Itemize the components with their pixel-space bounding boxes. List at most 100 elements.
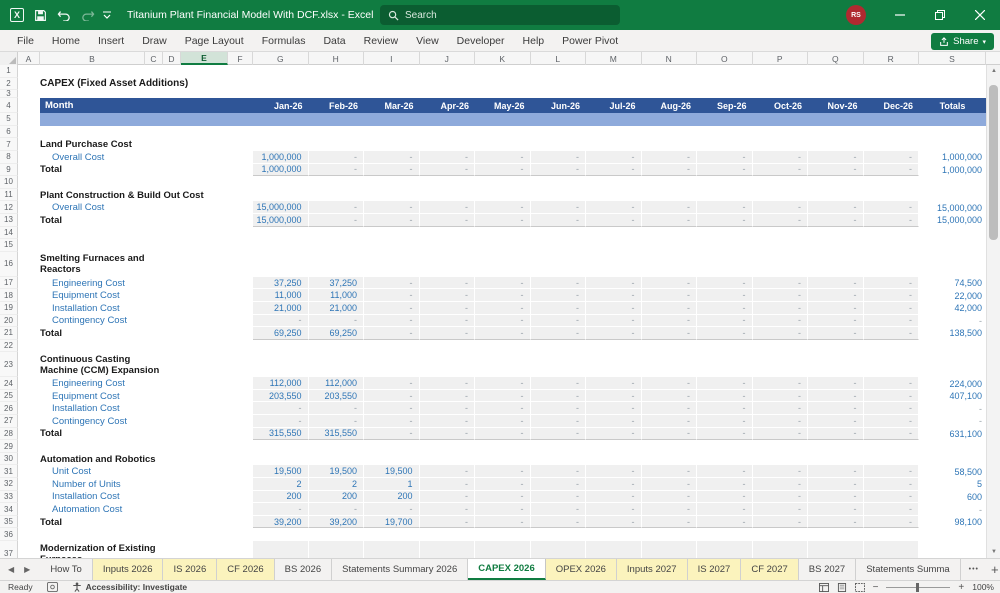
cell[interactable] (18, 189, 40, 202)
cell[interactable]: - (697, 277, 753, 290)
total-label[interactable]: Total (40, 164, 253, 177)
cell[interactable]: - (420, 402, 476, 415)
cell[interactable] (18, 340, 40, 353)
row-number[interactable]: 10 (0, 176, 18, 189)
total-cell[interactable]: 15,000,000 (919, 214, 986, 227)
close-button[interactable] (960, 0, 1000, 30)
cell[interactable]: - (420, 465, 476, 478)
cell[interactable] (18, 176, 40, 189)
cell[interactable]: - (364, 277, 420, 290)
cell[interactable]: - (475, 315, 531, 328)
cell[interactable]: - (586, 465, 642, 478)
scroll-down-icon[interactable]: ▼ (987, 546, 1000, 558)
cell[interactable]: - (642, 214, 698, 227)
cell[interactable] (808, 541, 864, 558)
row-number[interactable]: 9 (0, 164, 18, 177)
cell[interactable]: 2 (253, 478, 309, 491)
row-number[interactable]: 12 (0, 201, 18, 214)
row-number[interactable]: 29 (0, 440, 18, 453)
cell[interactable]: 19,500 (364, 465, 420, 478)
cell[interactable]: - (753, 151, 809, 164)
sheet-nav-left-icon[interactable]: ◀ (8, 565, 14, 574)
cell[interactable]: - (642, 503, 698, 516)
row-number[interactable]: 5 (0, 113, 18, 126)
cell[interactable]: - (586, 315, 642, 328)
cell[interactable]: - (309, 315, 365, 328)
cell[interactable]: - (586, 289, 642, 302)
cell[interactable]: - (586, 478, 642, 491)
cell[interactable]: 37,250 (253, 277, 309, 290)
cell[interactable]: - (808, 377, 864, 390)
cell[interactable]: - (753, 491, 809, 504)
cell[interactable] (18, 352, 40, 377)
cell[interactable]: - (253, 402, 309, 415)
cell[interactable]: - (586, 201, 642, 214)
cell[interactable]: - (364, 377, 420, 390)
cell[interactable]: 69,250 (253, 327, 309, 340)
section-label[interactable]: Land Purchase Cost (40, 138, 253, 151)
row-number[interactable]: 7 (0, 138, 18, 151)
cell[interactable]: - (753, 377, 809, 390)
row-number[interactable]: 32 (0, 478, 18, 491)
cell[interactable] (642, 541, 698, 558)
row-number[interactable]: 26 (0, 402, 18, 415)
total-cell[interactable]: - (919, 402, 986, 415)
row-number[interactable]: 22 (0, 340, 18, 353)
cell[interactable]: - (642, 164, 698, 177)
cell[interactable]: - (753, 289, 809, 302)
cell[interactable]: - (475, 491, 531, 504)
cell[interactable]: 11,000 (253, 289, 309, 302)
row-number[interactable]: 30 (0, 453, 18, 466)
item-label[interactable]: Automation Cost (40, 503, 253, 516)
cell[interactable]: - (642, 377, 698, 390)
cell[interactable]: 21,000 (309, 302, 365, 315)
cell[interactable]: - (420, 164, 476, 177)
cell[interactable] (18, 227, 40, 240)
cell[interactable]: - (309, 415, 365, 428)
cell[interactable]: - (531, 164, 587, 177)
header-month-Jun-26[interactable]: Jun-26 (531, 98, 587, 113)
total-cell[interactable]: 138,500 (919, 327, 986, 340)
row-number[interactable]: 27 (0, 415, 18, 428)
cell[interactable]: - (642, 289, 698, 302)
cell[interactable]: - (586, 390, 642, 403)
cell[interactable] (309, 541, 365, 558)
cell[interactable]: - (808, 327, 864, 340)
item-label[interactable]: Installation Cost (40, 491, 253, 504)
row-number[interactable]: 18 (0, 289, 18, 302)
row-number[interactable]: 28 (0, 428, 18, 441)
cell[interactable]: - (753, 277, 809, 290)
cell[interactable]: - (309, 201, 365, 214)
cell[interactable]: - (864, 415, 920, 428)
cell[interactable]: - (253, 315, 309, 328)
row-number[interactable]: 24 (0, 377, 18, 390)
share-button[interactable]: Share ▾ (931, 33, 994, 50)
sheet-tab-bs-2026[interactable]: BS 2026 (275, 559, 332, 580)
ribbon-tab-draw[interactable]: Draw (133, 30, 176, 52)
sheet-tab-bs-2027[interactable]: BS 2027 (799, 559, 856, 580)
row-number[interactable]: 37 (0, 541, 18, 558)
item-label[interactable]: Overall Cost (40, 151, 253, 164)
cell[interactable]: - (864, 151, 920, 164)
section-label[interactable]: Smelting Furnaces and Reactors (40, 252, 253, 277)
cell[interactable]: - (808, 302, 864, 315)
row-number[interactable]: 20 (0, 315, 18, 328)
row-number[interactable]: 11 (0, 189, 18, 202)
cell[interactable]: - (697, 491, 753, 504)
sheet-tab-how-to[interactable]: How To (40, 559, 93, 580)
cell[interactable]: - (753, 315, 809, 328)
cell[interactable]: - (475, 164, 531, 177)
cell[interactable]: - (697, 390, 753, 403)
cell[interactable] (18, 453, 40, 466)
cell[interactable]: - (364, 327, 420, 340)
cell[interactable] (18, 201, 40, 214)
section-label[interactable]: Plant Construction & Build Out Cost (40, 189, 253, 202)
cell[interactable]: - (364, 503, 420, 516)
cell[interactable]: - (697, 302, 753, 315)
cell[interactable]: - (420, 214, 476, 227)
cell[interactable] (18, 440, 40, 453)
cell[interactable]: - (642, 327, 698, 340)
cell[interactable]: - (753, 415, 809, 428)
cell[interactable]: - (808, 390, 864, 403)
total-cell[interactable]: 631,100 (919, 428, 986, 441)
